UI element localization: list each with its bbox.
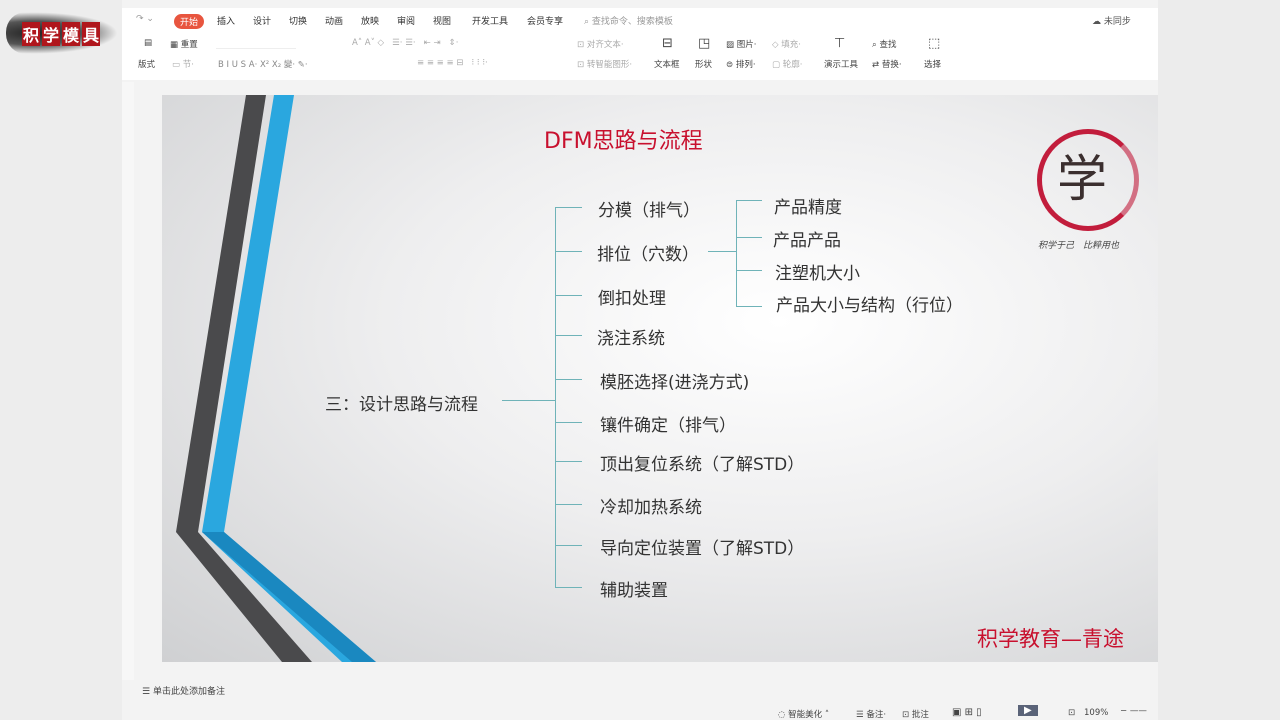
- comment-label: 批注: [911, 710, 929, 720]
- tab-review[interactable]: 审阅: [397, 14, 415, 27]
- beautify-label: 智能美化: [788, 710, 823, 720]
- notes-pane[interactable]: ☰ 单击此处添加备注: [122, 680, 1158, 698]
- left-pane: 积学模具: [0, 0, 122, 720]
- fill-button[interactable]: ◇ 填充·: [772, 38, 801, 50]
- textbox-icon[interactable]: ⊟: [662, 36, 673, 51]
- fit-icon[interactable]: ⊡: [1068, 708, 1075, 718]
- font-size-buttons[interactable]: A˄ A˅ ◇ ☰· ☰· ⇤ ⇥ ⇕·: [352, 38, 459, 48]
- branch-item: 顶出复位系统（了解STD）: [600, 455, 805, 475]
- replace-button[interactable]: ⇄ 替换·: [872, 58, 902, 70]
- smart-beautify-button[interactable]: ◌ 智能美化 ˄: [778, 708, 829, 720]
- tree-trunk: [555, 207, 556, 588]
- align-text-button[interactable]: ⊡ 对齐文本·: [577, 38, 624, 50]
- align-text-label: 对齐文本: [586, 40, 621, 50]
- layout-icon[interactable]: ▤: [144, 38, 152, 48]
- shape-button[interactable]: 形状: [695, 58, 712, 70]
- status-bar: ◌ 智能美化 ˄ ☰ 备注· ⊡ 批注 ▣ ⊞ ▯ ▶ ⊡ 109% − ——: [122, 705, 1158, 720]
- sub-item: 产品精度: [774, 198, 842, 218]
- xue-logo: 学: [1035, 127, 1139, 231]
- paragraph-buttons[interactable]: ≡ ≡ ≡ ≡ ⊟ ⁝ ⁝ ⁝·: [417, 58, 488, 68]
- tab-animation[interactable]: 动画: [325, 14, 343, 27]
- arrange-button[interactable]: ⊜ 排列·: [726, 58, 756, 70]
- tab-slideshow[interactable]: 放映: [361, 14, 379, 27]
- branch-item: 模胚选择(进浇方式): [600, 373, 750, 393]
- command-search-placeholder: 查找命令、搜索模板: [591, 17, 673, 27]
- slide-footer: 积学教育—青途: [977, 627, 1124, 651]
- watermark-logo: 积学模具: [6, 12, 118, 54]
- sub-item: 注塑机大小: [775, 264, 860, 284]
- branch-item: 冷却加热系统: [600, 498, 702, 518]
- tab-view[interactable]: 视图: [433, 14, 451, 27]
- branch-item: 分模（排气）: [598, 201, 700, 221]
- outline-button[interactable]: ▢ 轮廓·: [772, 58, 802, 70]
- fill-label: 填充: [781, 40, 799, 50]
- notes-label: 备注: [866, 710, 884, 720]
- section-button[interactable]: ▭ 节·: [172, 58, 194, 70]
- slide-canvas[interactable]: DFM思路与流程 学 积学于己 比粹用也 三：设计思路与流程 分模（排气） 排位…: [162, 95, 1158, 662]
- tab-insert[interactable]: 插入: [217, 14, 235, 27]
- branch-item: 导向定位装置（了解STD）: [600, 539, 805, 559]
- reset-label: 重置: [180, 40, 198, 50]
- presentation-tools-button[interactable]: 演示工具: [824, 58, 858, 70]
- select-icon[interactable]: ⬚: [928, 36, 940, 51]
- zoom-out-button[interactable]: − ——: [1120, 706, 1147, 716]
- right-pane: [1158, 0, 1280, 720]
- sync-status[interactable]: ☁ 未同步: [1092, 14, 1131, 27]
- notes-button[interactable]: ☰ 备注·: [856, 708, 886, 720]
- sub-trunk: [736, 200, 737, 306]
- find-label: 查找: [879, 40, 897, 50]
- smartart-button[interactable]: ⊡ 转智能图形·: [577, 58, 632, 70]
- picture-button[interactable]: ▨ 图片·: [726, 38, 756, 50]
- presentation-tools-icon[interactable]: ⊤: [834, 36, 845, 51]
- select-button[interactable]: 选择: [924, 58, 941, 70]
- sync-label: 未同步: [1103, 17, 1131, 27]
- replace-label: 替换: [881, 60, 899, 70]
- branch-item: 浇注系统: [597, 329, 665, 349]
- shape-icon[interactable]: ◳: [698, 36, 710, 51]
- tab-developer[interactable]: 开发工具: [472, 14, 508, 27]
- format-buttons[interactable]: B I U S A· X² X₂ 變· ✎·: [218, 58, 308, 70]
- command-search[interactable]: ⌕ 查找命令、搜索模板: [584, 14, 673, 27]
- tab-home[interactable]: 开始: [174, 14, 205, 29]
- sub-item: 产品产品: [773, 231, 841, 251]
- logo-caption: 积学于己 比粹用也: [1038, 241, 1120, 251]
- slide-title: DFM思路与流程: [544, 129, 703, 154]
- branch-item: 排位（穴数）: [597, 245, 699, 265]
- tab-transition[interactable]: 切换: [289, 14, 307, 27]
- branch-item: 辅助装置: [600, 581, 668, 601]
- ribbon: ↷ ⌄ 开始 插入 设计 切换 动画 放映 审阅 视图 开发工具 会员专享 ⌕ …: [122, 8, 1158, 80]
- branch-item: 镶件确定（排气）: [600, 416, 736, 436]
- smartart-label: 转智能图形: [586, 60, 630, 70]
- find-button[interactable]: ⌕ 查找: [872, 38, 896, 50]
- font-select[interactable]: [216, 36, 296, 49]
- view-buttons[interactable]: ▣ ⊞ ▯: [952, 707, 982, 718]
- comment-button[interactable]: ⊡ 批注: [902, 708, 929, 720]
- tab-member[interactable]: 会员专享: [527, 14, 563, 27]
- arrange-label: 排列: [735, 60, 753, 70]
- zoom-level[interactable]: 109%: [1084, 708, 1108, 718]
- section-label: 节: [182, 60, 192, 70]
- play-button[interactable]: ▶: [1018, 705, 1038, 716]
- textbox-button[interactable]: 文本框: [654, 58, 680, 70]
- sub-item: 产品大小与结构（行位）: [776, 296, 963, 316]
- tab-design[interactable]: 设计: [253, 14, 271, 27]
- branch-item: 倒扣处理: [598, 289, 666, 309]
- layout-button[interactable]: 版式: [138, 58, 155, 70]
- reset-button[interactable]: ▦ 重置: [170, 38, 198, 50]
- root-node: 三：设计思路与流程: [325, 395, 478, 415]
- redo-icon[interactable]: ↷ ⌄: [136, 14, 154, 24]
- notes-placeholder: 单击此处添加备注: [152, 687, 225, 697]
- outline-label: 轮廓: [782, 60, 800, 70]
- picture-label: 图片: [736, 40, 754, 50]
- thumbnail-scrollbar[interactable]: [122, 82, 134, 682]
